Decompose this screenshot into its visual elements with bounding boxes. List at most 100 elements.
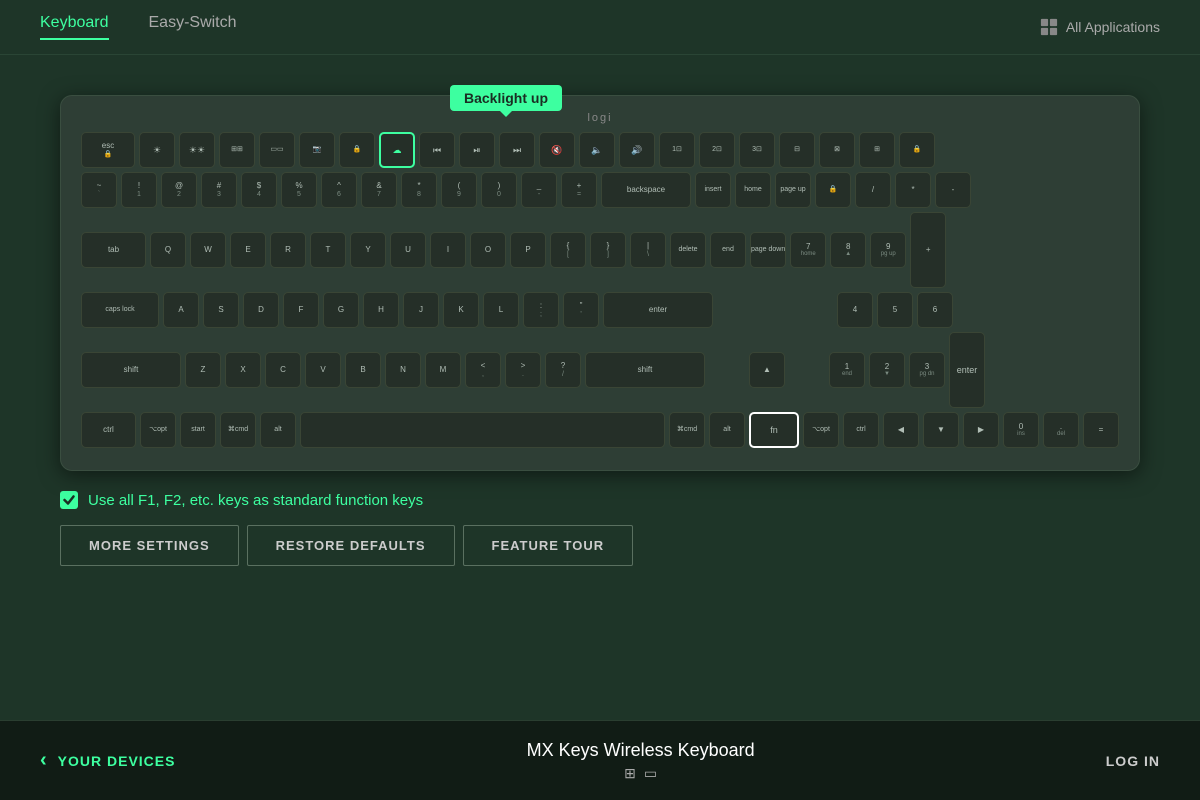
numpad-dot[interactable]: .del (1043, 412, 1079, 448)
key-comma[interactable]: <, (465, 352, 501, 388)
numpad-7[interactable]: 7home (790, 232, 826, 268)
key-ins[interactable]: ⊟ (779, 132, 815, 168)
key-d[interactable]: D (243, 292, 279, 328)
all-applications-button[interactable]: All Applications (1040, 18, 1160, 36)
key-f13[interactable]: 🔊 (619, 132, 655, 168)
numpad-6[interactable]: 6 (917, 292, 953, 328)
key-arrow-down[interactable]: ▼ (923, 412, 959, 448)
key-prt[interactable]: ⊠ (819, 132, 855, 168)
key-semicolon[interactable]: :; (523, 292, 559, 328)
key-k[interactable]: K (443, 292, 479, 328)
key-start[interactable]: start (180, 412, 216, 448)
key-home[interactable]: home (735, 172, 771, 208)
key-g[interactable]: G (323, 292, 359, 328)
key-b[interactable]: B (345, 352, 381, 388)
numpad-1[interactable]: 1end (829, 352, 865, 388)
key-shift-left[interactable]: shift (81, 352, 181, 388)
feature-tour-button[interactable]: FEATURE TOUR (463, 525, 634, 566)
key-f4[interactable]: ▭▭ (259, 132, 295, 168)
key-m[interactable]: M (425, 352, 461, 388)
key-r[interactable]: R (270, 232, 306, 268)
key-arrow-left[interactable]: ◀ (883, 412, 919, 448)
key-pgup[interactable]: page up (775, 172, 811, 208)
key-f7[interactable]: ☁ (379, 132, 415, 168)
key-2[interactable]: @2 (161, 172, 197, 208)
key-u[interactable]: U (390, 232, 426, 268)
key-lbrace[interactable]: {[ (550, 232, 586, 268)
key-period[interactable]: >. (505, 352, 541, 388)
key-backspace[interactable]: backspace (601, 172, 691, 208)
key-5[interactable]: %5 (281, 172, 317, 208)
key-f8[interactable]: ⏮ (419, 132, 455, 168)
key-1[interactable]: !1 (121, 172, 157, 208)
key-h[interactable]: H (363, 292, 399, 328)
key-quote[interactable]: "' (563, 292, 599, 328)
key-fn[interactable]: fn (749, 412, 799, 448)
key-del[interactable]: delete (670, 232, 706, 268)
numpad-3[interactable]: 3pg dn (909, 352, 945, 388)
numpad-8[interactable]: 8▲ (830, 232, 866, 268)
key-f10[interactable]: ⏭ (499, 132, 535, 168)
numpad-5[interactable]: 5 (877, 292, 913, 328)
key-v[interactable]: V (305, 352, 341, 388)
key-ctrl-r[interactable]: ctrl (843, 412, 879, 448)
key-cmd-r[interactable]: ⌘cmd (669, 412, 705, 448)
tab-easy-switch[interactable]: Easy-Switch (149, 14, 237, 40)
more-settings-button[interactable]: MORE SETTINGS (60, 525, 239, 566)
tab-keyboard[interactable]: Keyboard (40, 14, 109, 40)
key-w[interactable]: W (190, 232, 226, 268)
key-f12[interactable]: 🔈 (579, 132, 615, 168)
key-cmd-l[interactable]: ⌘cmd (220, 412, 256, 448)
key-f11[interactable]: 🔇 (539, 132, 575, 168)
key-j[interactable]: J (403, 292, 439, 328)
key-arrow-right[interactable]: ▶ (963, 412, 999, 448)
key-esc[interactable]: esc🔒 (81, 132, 135, 168)
key-f6[interactable]: 🔒 (339, 132, 375, 168)
numpad-equal[interactable]: = (1083, 412, 1119, 448)
key-o[interactable]: O (470, 232, 506, 268)
key-backtick[interactable]: ~` (81, 172, 117, 208)
key-y[interactable]: Y (350, 232, 386, 268)
key-tab[interactable]: tab (81, 232, 146, 268)
key-rbrace[interactable]: }] (590, 232, 626, 268)
numpad-star[interactable]: * (895, 172, 931, 208)
key-ctrl-left[interactable]: ctrl (81, 412, 136, 448)
key-f1[interactable]: ☀ (139, 132, 175, 168)
numpad-slash[interactable]: / (855, 172, 891, 208)
key-f9[interactable]: ⏯ (459, 132, 495, 168)
key-equal[interactable]: += (561, 172, 597, 208)
key-spacebar[interactable] (300, 412, 665, 448)
key-t[interactable]: T (310, 232, 346, 268)
key-opt-l[interactable]: ⌥opt (140, 412, 176, 448)
key-8[interactable]: *8 (401, 172, 437, 208)
your-devices-button[interactable]: ‹ YOUR DEVICES (40, 749, 175, 772)
key-3[interactable]: #3 (201, 172, 237, 208)
key-6[interactable]: ^6 (321, 172, 357, 208)
key-i[interactable]: I (430, 232, 466, 268)
numpad-4[interactable]: 4 (837, 292, 873, 328)
key-p[interactable]: P (510, 232, 546, 268)
numpad-0[interactable]: 0ins (1003, 412, 1039, 448)
numpad-enter[interactable]: enter (949, 332, 985, 408)
key-f5[interactable]: 📷 (299, 132, 335, 168)
key-z[interactable]: Z (185, 352, 221, 388)
key-q[interactable]: Q (150, 232, 186, 268)
numpad-minus[interactable]: - (935, 172, 971, 208)
key-pgdn[interactable]: page down (750, 232, 786, 268)
key-s[interactable]: S (203, 292, 239, 328)
key-ins2[interactable]: insert (695, 172, 731, 208)
key-caps[interactable]: caps lock (81, 292, 159, 328)
key-arrow-up[interactable]: ▲ (749, 352, 785, 388)
key-backslash[interactable]: |\ (630, 232, 666, 268)
key-0[interactable]: )0 (481, 172, 517, 208)
key-x[interactable]: X (225, 352, 261, 388)
key-alt-l[interactable]: alt (260, 412, 296, 448)
key-opt-r[interactable]: ⌥opt (803, 412, 839, 448)
key-slash[interactable]: ?/ (545, 352, 581, 388)
key-easy3[interactable]: 3⊡ (739, 132, 775, 168)
numpad-plus[interactable]: + (910, 212, 946, 288)
numpad-2[interactable]: 2▼ (869, 352, 905, 388)
numpad-9[interactable]: 9pg up (870, 232, 906, 268)
key-easy2[interactable]: 2⊡ (699, 132, 735, 168)
key-7[interactable]: &7 (361, 172, 397, 208)
